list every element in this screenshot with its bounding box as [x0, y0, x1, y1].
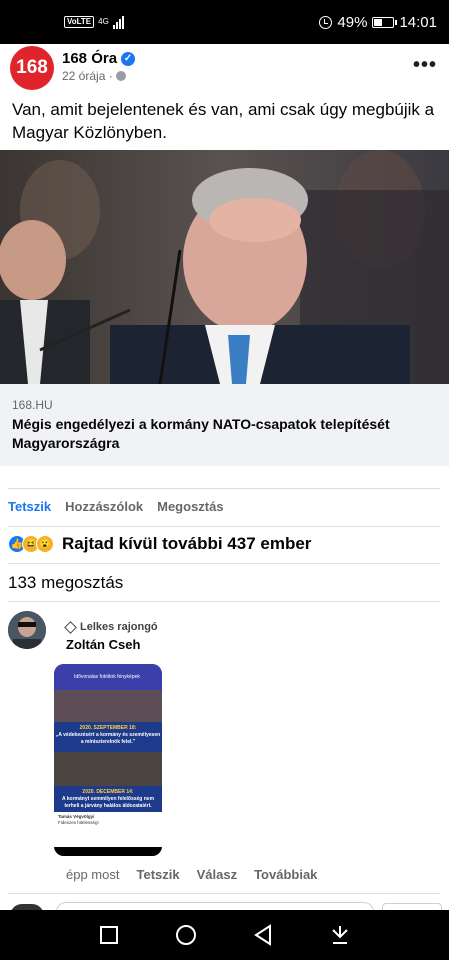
post-meta: 22 órája · [62, 69, 126, 83]
comment-image-navbar [54, 847, 162, 856]
more-options-icon[interactable]: ••• [413, 54, 437, 77]
notification-pull-button[interactable] [325, 920, 355, 950]
globe-icon [115, 71, 126, 81]
link-title[interactable]: Mégis engedélyezi a kormány NATO-csapato… [12, 415, 422, 453]
clock: 14:01 [399, 13, 437, 31]
divider [8, 488, 440, 489]
reaction-icons: 👍 😆 😮 [8, 535, 54, 553]
photo-illustration [0, 150, 449, 384]
comment-like-button[interactable]: Tetszik [136, 867, 179, 882]
comment-more-button[interactable]: Továbbiak [254, 867, 317, 882]
recent-apps-button[interactable] [94, 920, 124, 950]
link-domain: 168.HU [12, 398, 53, 412]
home-button[interactable] [171, 920, 201, 950]
post-time[interactable]: 22 órája · [62, 69, 113, 83]
volte-indicator: VoLTE [64, 16, 95, 28]
status-left: VoLTE 4G [64, 15, 124, 29]
system-navbar [0, 910, 449, 960]
comment-composer-peek [0, 902, 449, 916]
signal-bars-icon [112, 15, 124, 29]
reactions-summary[interactable]: 👍 😆 😮 Rajtad kívül további 437 ember [8, 534, 311, 554]
link-preview[interactable]: 168.HU Mégis engedélyezi a kormány NATO-… [0, 384, 449, 466]
fan-badge-label: Lelkes rajongó [80, 621, 158, 633]
comment-author[interactable]: Zoltán Cseh [66, 637, 140, 652]
comment-image[interactable]: Idővonalas fotóitok fényképek 2020. SZEP… [54, 664, 162, 856]
network-type: 4G [98, 17, 109, 26]
diamond-icon [64, 620, 77, 634]
comment-image-caption-2: 2020. DECEMBER 14: A kormányt semmilyen … [54, 786, 162, 812]
post-text: Van, amit bejelentenek és van, ami csak … [12, 100, 435, 142]
post-photo[interactable] [0, 150, 449, 384]
like-button[interactable]: Tetszik [8, 499, 51, 514]
shares-count[interactable]: 133 megosztás [8, 573, 123, 593]
page-name-row[interactable]: 168 Óra ✓ [62, 50, 136, 67]
battery-icon [372, 16, 398, 28]
divider [8, 563, 440, 564]
avatar-image [8, 611, 46, 649]
caption-1-text: „A védekezésért a kormány és személyesen… [55, 732, 161, 745]
battery-percent: 49% [337, 13, 368, 31]
post-actions: Tetszik Hozzászólok Megosztás [8, 499, 224, 514]
circle-icon [175, 925, 196, 945]
divider [8, 893, 440, 894]
comment-image-caption-1: 2020. SZEPTEMBER 18: „A védekezésért a k… [54, 722, 162, 752]
pull-down-icon [332, 926, 349, 944]
wow-reaction-icon: 😮 [36, 535, 54, 553]
divider [8, 601, 440, 602]
page-name[interactable]: 168 Óra [62, 50, 117, 67]
caption-2-text: A kormányt semmilyen felelősség nem terh… [61, 796, 155, 809]
post-header: 168 168 Óra ✓ 22 órája · ••• [0, 44, 449, 90]
back-triangle-icon [254, 924, 272, 946]
page-logo[interactable]: 168 [10, 46, 54, 90]
avatar[interactable] [8, 611, 46, 649]
alarm-clock-icon [319, 15, 333, 29]
battery-fill [374, 18, 383, 26]
back-button[interactable] [248, 920, 278, 950]
comment-time: épp most [66, 867, 120, 882]
caption-1-date: 2020. SZEPTEMBER 18: [79, 725, 137, 731]
comment-button[interactable]: Hozzászólok [65, 499, 143, 514]
divider [8, 526, 440, 527]
status-right: 49% 14:01 [319, 14, 437, 31]
caption-2-date: 2020. DECEMBER 14: [82, 789, 134, 795]
comment-image-card: Tamás Végvölgyi Fideszes hitelesség! [54, 812, 162, 848]
verified-badge-icon: ✓ [121, 51, 136, 66]
comment-actions: épp most Tetszik Válasz Továbbiak [66, 867, 317, 882]
comment-reply-button[interactable]: Válasz [197, 867, 237, 882]
comment-image-header: Idővonalas fotóitok fényképek [54, 664, 162, 690]
square-icon [99, 926, 118, 944]
status-bar: VoLTE 4G 49% 14:01 [0, 0, 449, 44]
card-text: Fideszes hitelesség! [58, 820, 99, 825]
share-button[interactable]: Megosztás [157, 499, 223, 514]
reactions-count[interactable]: Rajtad kívül további 437 ember [62, 534, 311, 554]
fan-badge: Lelkes rajongó [64, 620, 158, 634]
